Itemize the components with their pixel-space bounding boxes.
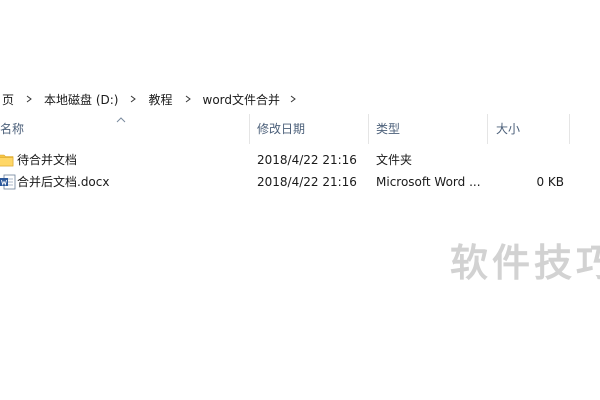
word-document-icon [0, 174, 16, 190]
file-name: 待合并文档 [17, 153, 78, 167]
file-date: 2018/4/22 21:16 [257, 175, 357, 189]
breadcrumb-drive[interactable]: 本地磁盘 (D:) [42, 91, 120, 108]
file-name: 合并后文档.docx [17, 175, 110, 189]
folder-icon [0, 154, 14, 167]
file-row[interactable]: 待合并文档 2018/4/22 21:16 文件夹 [0, 149, 600, 171]
column-divider[interactable] [249, 114, 250, 144]
column-divider[interactable] [569, 114, 570, 144]
chevron-right-icon[interactable] [181, 92, 195, 106]
column-date[interactable]: 修改日期 [257, 114, 305, 144]
file-type: 文件夹 [376, 153, 413, 167]
chevron-right-icon[interactable] [286, 92, 300, 106]
column-name[interactable]: 名称 [0, 114, 24, 144]
column-type[interactable]: 类型 [376, 114, 400, 144]
column-size[interactable]: 大小 [496, 114, 520, 144]
breadcrumb-folder-tutorial[interactable]: 教程 [146, 91, 174, 108]
sort-ascending-icon [116, 117, 126, 123]
chevron-right-icon[interactable] [22, 92, 36, 106]
file-size [496, 149, 564, 171]
watermark-text: 软件技巧 [450, 241, 600, 285]
file-row[interactable]: 合并后文档.docx 2018/4/22 21:16 Microsoft Wor… [0, 171, 600, 193]
file-date: 2018/4/22 21:16 [257, 153, 357, 167]
column-divider[interactable] [487, 114, 488, 144]
chevron-right-icon[interactable] [126, 92, 140, 106]
file-size: 0 KB [536, 175, 564, 189]
breadcrumb: 页 本地磁盘 (D:) 教程 word文件合并 [0, 88, 300, 110]
breadcrumb-folder-current[interactable]: word文件合并 [201, 91, 283, 108]
column-divider[interactable] [368, 114, 369, 144]
file-type: Microsoft Word ... [376, 175, 481, 189]
column-header: 名称 修改日期 类型 大小 [0, 114, 600, 144]
breadcrumb-root[interactable]: 页 [0, 91, 16, 108]
